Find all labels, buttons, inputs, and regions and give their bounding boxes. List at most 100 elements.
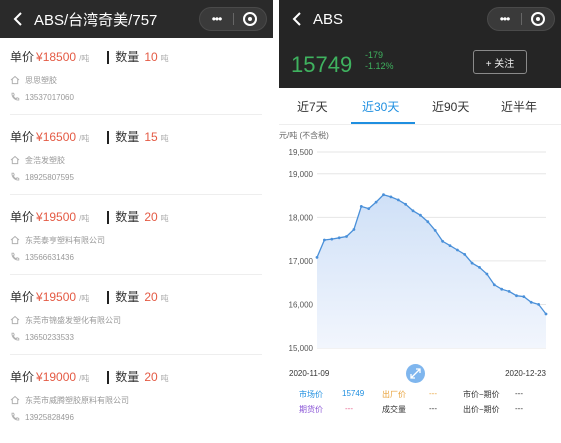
phone-row: 13566631436 [10,251,262,263]
price-qty-row: 单价 ¥19000/吨 数量 20 吨 [10,368,262,386]
phone-icon [10,332,20,342]
phone-row: 13537017060 [10,91,262,103]
data-point [529,300,533,304]
y-tick-label: 16,000 [289,300,314,309]
more-button[interactable]: ••• [488,8,521,30]
data-point [470,261,474,265]
market-price-value: 15749 [342,389,365,398]
data-point [544,312,548,316]
tab-90-days[interactable]: 近90天 [432,98,469,115]
target-icon [242,12,257,26]
expand-icon [410,368,421,379]
phone-icon [10,92,20,102]
quantity-label: 数量 [115,130,140,144]
price-qty-row: 单价 ¥19500/吨 数量 20 吨 [10,288,262,306]
phone-row: 13650233533 [10,331,262,343]
listing-separator [10,194,262,195]
data-point [359,205,363,208]
menu-capsule: ••• [199,7,267,31]
quantity-unit: 吨 [160,54,169,63]
data-point [485,272,489,276]
data-point [352,228,356,231]
quantity-unit: 吨 [160,134,169,143]
price-label: 单价 [10,370,35,384]
quote-row: 15749 -179 -1.12% + 关注 [279,38,561,88]
back-button[interactable] [10,11,26,27]
price-label: 单价 [10,290,35,304]
data-point [448,244,452,247]
change-percent: -1.12% [365,61,394,71]
listing-item[interactable]: 单价 ¥18500/吨 数量 10 吨思思塑胶 13537017060 [10,48,262,103]
phone-number: 13537017060 [25,92,74,102]
active-tab-indicator [351,122,415,124]
data-point [382,193,385,197]
data-point [441,239,444,243]
company-name: 金浩发塑胶 [25,155,65,165]
price-qty-row: 单价 ¥16500/吨 数量 15 吨 [10,128,262,146]
data-point [419,213,422,217]
x-end-label: 2020-12-23 [505,369,546,378]
data-point [367,207,371,210]
listing-price: ¥19000 [36,370,77,384]
data-point [500,287,504,291]
data-point [345,235,348,238]
volume-label: 成交量 [382,405,406,414]
data-point [337,236,341,240]
phone-icon [10,252,20,262]
futures-price-label: 期货价 [299,405,323,414]
listing-item[interactable]: 单价 ¥19500/吨 数量 20 吨东莞市锦盛发塑化有限公司 13650233533 [10,288,262,343]
data-point [374,200,378,204]
data-point [478,266,481,269]
company-name: 东莞市威腾塑胶原料有限公司 [25,395,129,405]
data-point [507,290,511,293]
company-row: 东莞市威腾塑胶原料有限公司 [10,394,262,406]
listing-quantity: 20 [144,290,158,304]
market-futures-spread-label: 市价−期价 [463,390,500,399]
tab-half-year[interactable]: 近半年 [501,98,537,115]
listing-price: ¥19500 [36,210,77,224]
page-title: ABS/台湾奇美/757 [34,11,158,29]
tab-7-days[interactable]: 近7天 [297,98,328,115]
close-miniprogram-button[interactable] [522,8,554,30]
listing-item[interactable]: 单价 ¥19500/吨 数量 20 吨东莞泰亨塑料有限公司 13566631436 [10,208,262,263]
price-screen: ABS ••• 15749 -179 -1.12% + 关注 近7天 近30天 … [279,0,561,443]
listing-item[interactable]: 单价 ¥16500/吨 数量 15 吨金浩发塑胶 18925807595 [10,128,262,183]
chevron-left-icon [13,12,22,26]
divider-bar [107,210,110,224]
period-tabs: 近7天 近30天 近90天 近半年 [279,88,561,125]
data-point [315,256,319,259]
y-tick-label: 18,000 [289,213,314,222]
listing-price: ¥19500 [36,290,77,304]
company-row: 思思塑胶 [10,74,262,86]
data-point [463,253,467,256]
price-unit: /吨 [79,214,90,223]
phone-row: 13925828496 [10,411,262,423]
price-unit: /吨 [79,134,90,143]
bid-futures-spread-value: --- [515,404,523,413]
home-icon [10,75,20,85]
follow-button[interactable]: + 关注 [473,50,527,74]
company-row: 金浩发塑胶 [10,154,262,166]
more-dots-icon: ••• [211,12,223,26]
fullscreen-button[interactable] [406,364,425,383]
listing-item[interactable]: 单价 ¥19000/吨 数量 20 吨东莞市威腾塑胶原料有限公司 13925828496 [10,368,262,423]
bid-futures-spread-label: 出价−期价 [463,405,500,414]
quantity-unit: 吨 [160,294,169,303]
y-axis-title: 元/吨 (不含税) [279,130,329,140]
tab-30-days[interactable]: 近30天 [362,98,399,115]
more-button[interactable]: ••• [200,8,233,30]
data-point [404,202,407,206]
divider-bar [107,290,110,304]
listing-price: ¥18500 [36,50,77,64]
price-unit: /吨 [79,294,90,303]
data-point [456,248,459,252]
quantity-label: 数量 [115,370,140,384]
quantity-label: 数量 [115,290,140,304]
phone-row: 18925807595 [10,171,262,183]
listing-price: ¥16500 [36,130,77,144]
nav-bar: ABS/台湾奇美/757 ••• [0,0,273,38]
close-miniprogram-button[interactable] [234,8,266,30]
price-qty-row: 单价 ¥18500/吨 数量 10 吨 [10,48,262,66]
back-button[interactable] [289,11,305,27]
market-price-label: 市场价 [299,390,323,399]
